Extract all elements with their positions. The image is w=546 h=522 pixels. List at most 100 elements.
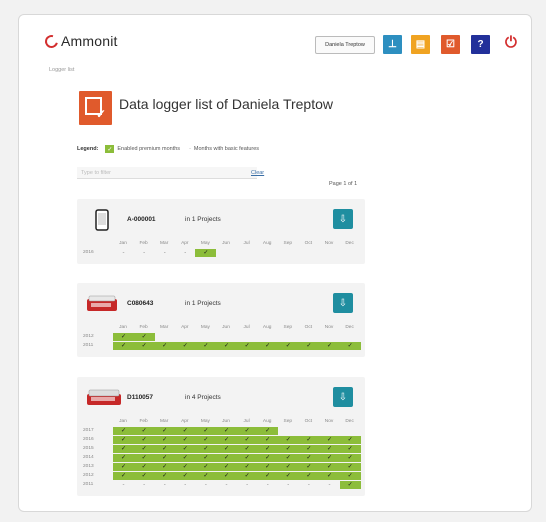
month-label: Apr bbox=[181, 325, 189, 330]
station-icon[interactable]: ⊥ bbox=[383, 35, 402, 54]
logger-list-icon[interactable]: ☑ bbox=[441, 35, 460, 54]
month-label: Feb bbox=[139, 325, 148, 330]
month-label: Jan bbox=[119, 419, 127, 424]
premium-month-cell: ✓ bbox=[277, 472, 299, 480]
month-label: May bbox=[200, 419, 210, 424]
year-label: 2012 bbox=[83, 473, 94, 478]
basic-month-cell: - bbox=[143, 482, 146, 488]
basic-month-cell: - bbox=[204, 482, 207, 488]
logger-name[interactable]: C080643 bbox=[127, 300, 153, 307]
premium-month-cell: ✓ bbox=[113, 342, 134, 350]
premium-month-cell: ✓ bbox=[195, 472, 217, 480]
month-label: Dec bbox=[345, 241, 354, 246]
month-label: Aug bbox=[262, 241, 272, 246]
basic-month-cell: - bbox=[184, 482, 187, 488]
year-label: 2015 bbox=[83, 446, 94, 451]
premium-month-cell: ✓ bbox=[339, 445, 361, 453]
month-label: Jun bbox=[222, 419, 230, 424]
month-label: Mar bbox=[160, 325, 169, 330]
month-label: Dec bbox=[345, 419, 354, 424]
premium-month-cell: ✓ bbox=[154, 463, 176, 471]
premium-month-cell: ✓ bbox=[339, 436, 361, 444]
premium-month-cell: ✓ bbox=[113, 445, 134, 453]
year-label: 2016 bbox=[83, 250, 94, 255]
premium-month-cell: ✓ bbox=[339, 463, 361, 471]
premium-month-cell: ✓ bbox=[257, 445, 279, 453]
premium-month-cell: ✓ bbox=[236, 427, 258, 435]
month-label: Sep bbox=[283, 325, 293, 330]
logger-name[interactable]: D110057 bbox=[127, 394, 153, 401]
download-icon[interactable]: ⇩ bbox=[333, 209, 353, 229]
month-label: Jul bbox=[243, 325, 250, 330]
premium-month-cell: ✓ bbox=[133, 333, 155, 341]
premium-month-cell: ✓ bbox=[277, 454, 299, 462]
month-label: Apr bbox=[181, 241, 189, 246]
logger-list-icon: ✓ bbox=[79, 91, 112, 125]
logger-projects: in 1 Projects bbox=[185, 300, 221, 307]
premium-month-cell: ✓ bbox=[195, 342, 217, 350]
premium-month-cell: ✓ bbox=[133, 342, 155, 350]
breadcrumb[interactable]: Logger list bbox=[49, 67, 74, 73]
download-icon[interactable]: ⇩ bbox=[333, 293, 353, 313]
premium-month-cell: ✓ bbox=[339, 472, 361, 480]
premium-month-cell: ✓ bbox=[277, 445, 299, 453]
premium-month-cell: ✓ bbox=[257, 427, 279, 435]
premium-month-cell: ✓ bbox=[319, 472, 340, 480]
year-label: 2014 bbox=[83, 455, 94, 460]
legend-basic: Months with basic features bbox=[193, 146, 260, 152]
download-icon[interactable]: ⇩ bbox=[333, 387, 353, 407]
logger-projects: in 4 Projects bbox=[185, 394, 221, 401]
premium-month-cell: ✓ bbox=[195, 427, 217, 435]
page-info: Page 1 of 1 bbox=[329, 181, 358, 187]
month-label: May bbox=[200, 241, 210, 246]
ammonit-logo-icon bbox=[42, 32, 61, 50]
premium-month-cell: ✓ bbox=[113, 436, 134, 444]
month-label: Nov bbox=[324, 419, 334, 424]
premium-month-cell: ✓ bbox=[133, 472, 155, 480]
premium-month-cell: ✓ bbox=[174, 427, 196, 435]
premium-month-cell: ✓ bbox=[133, 445, 155, 453]
folder-icon[interactable]: ▤ bbox=[411, 35, 430, 54]
premium-month-cell: ✓ bbox=[133, 436, 155, 444]
month-label: Jan bbox=[119, 325, 127, 330]
premium-month-cell: ✓ bbox=[339, 342, 361, 350]
filter-input[interactable]: Type to filter bbox=[77, 167, 257, 179]
legend-premium: Enabled premium months bbox=[117, 146, 181, 152]
logo-text: Ammonit bbox=[61, 33, 118, 49]
help-icon[interactable]: ? bbox=[471, 35, 490, 54]
month-label: Mar bbox=[160, 419, 169, 424]
premium-month-cell: ✓ bbox=[133, 454, 155, 462]
premium-month-cell: ✓ bbox=[277, 436, 299, 444]
month-label: Nov bbox=[324, 241, 334, 246]
premium-month-cell: ✓ bbox=[298, 454, 320, 462]
month-label: Mar bbox=[160, 241, 169, 246]
month-label: Jun bbox=[222, 241, 230, 246]
premium-month-cell: ✓ bbox=[319, 463, 340, 471]
logger-card: D110057 in 4 Projects ⇩ Jan Feb Mar Apr May Jun J… bbox=[77, 377, 365, 496]
premium-month-cell: ✓ bbox=[113, 333, 134, 341]
logger-device-image bbox=[85, 387, 125, 414]
logger-name[interactable]: A-000001 bbox=[127, 216, 156, 223]
basic-month-cell: - bbox=[328, 482, 331, 488]
year-label: 2011 bbox=[83, 343, 94, 348]
premium-month-cell: ✓ bbox=[216, 427, 237, 435]
basic-month-cell: - bbox=[163, 482, 166, 488]
year-label: 2012 bbox=[83, 334, 94, 339]
premium-month-cell: ✓ bbox=[174, 463, 196, 471]
premium-swatch: ✓ bbox=[105, 145, 115, 153]
ammonit-logo[interactable]: Ammonit bbox=[42, 32, 118, 50]
month-label: Feb bbox=[139, 241, 148, 246]
logger-device-image bbox=[95, 209, 109, 236]
premium-month-cell: ✓ bbox=[236, 342, 258, 350]
premium-month-cell: ✓ bbox=[257, 472, 279, 480]
premium-month-cell: ✓ bbox=[298, 342, 320, 350]
clear-link[interactable]: Clear bbox=[251, 170, 264, 176]
logout-icon[interactable]: ⏻ bbox=[505, 34, 517, 51]
user-button[interactable]: Daniela Treptow bbox=[315, 36, 375, 54]
header: Ammonit Daniela Treptow ⊥ ▤ ☑? ⏻ bbox=[19, 15, 531, 67]
premium-month-cell: ✓ bbox=[174, 445, 196, 453]
month-label: Aug bbox=[262, 419, 272, 424]
basic-month-cell: - bbox=[184, 250, 187, 256]
premium-month-cell: ✓ bbox=[154, 436, 176, 444]
month-label: Jan bbox=[119, 241, 127, 246]
